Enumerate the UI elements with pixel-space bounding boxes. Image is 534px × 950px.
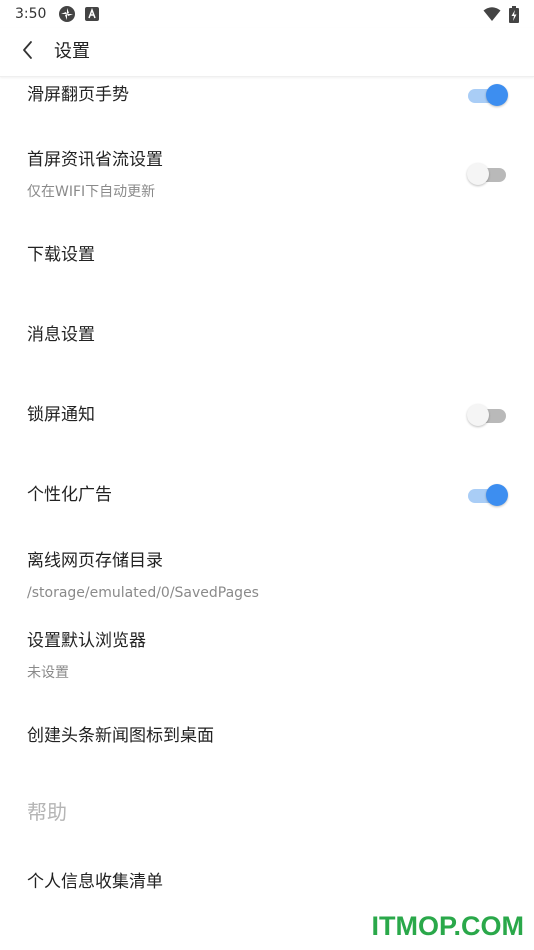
- setting-label: 个人信息收集清单: [27, 872, 163, 892]
- setting-label: 滑屏翻页手势: [27, 85, 129, 105]
- setting-label: 离线网页存储目录: [27, 551, 163, 571]
- setting-label: 创建头条新闻图标到桌面: [27, 726, 214, 746]
- setting-message[interactable]: 消息设置: [0, 306, 534, 366]
- setting-offline-storage[interactable]: 离线网页存储目录 /storage/emulated/0/SavedPages: [0, 542, 534, 612]
- setting-subtitle: /storage/emulated/0/SavedPages: [27, 585, 259, 601]
- page-title: 设置: [54, 41, 90, 62]
- section-header-help: 帮助: [27, 800, 67, 824]
- setting-lockscreen-notification[interactable]: 锁屏通知: [0, 386, 534, 446]
- swipe-gesture-toggle[interactable]: [467, 83, 509, 107]
- help-item-personal-info-list[interactable]: 个人信息收集清单: [0, 856, 534, 912]
- lockscreen-notification-toggle[interactable]: [467, 403, 509, 427]
- setting-subtitle: 仅在WIFI下自动更新: [27, 184, 156, 200]
- settings-notification-icon: [58, 5, 76, 23]
- toggle-thumb: [467, 163, 489, 185]
- toggle-thumb: [486, 484, 508, 506]
- setting-data-saving[interactable]: 首屏资讯省流设置 仅在WIFI下自动更新: [0, 140, 534, 210]
- a-notification-icon: [83, 5, 101, 23]
- watermark: ITMOP.COM: [371, 911, 524, 941]
- back-button[interactable]: [14, 38, 42, 66]
- status-bar: 3:50: [0, 0, 534, 28]
- status-time: 3:50: [15, 6, 47, 22]
- toggle-thumb: [486, 84, 508, 106]
- setting-label: 首屏资讯省流设置: [27, 150, 163, 170]
- toggle-thumb: [467, 404, 489, 426]
- wifi-icon: [483, 5, 501, 23]
- setting-personalized-ads[interactable]: 个性化广告: [0, 466, 534, 526]
- title-bar: 设置: [0, 28, 534, 77]
- setting-label: 个性化广告: [27, 485, 112, 505]
- setting-label: 锁屏通知: [27, 405, 95, 425]
- personalized-ads-toggle[interactable]: [467, 483, 509, 507]
- setting-label: 消息设置: [27, 325, 95, 345]
- setting-swipe-gesture[interactable]: 滑屏翻页手势: [0, 76, 534, 120]
- setting-label: 设置默认浏览器: [27, 631, 146, 651]
- chevron-left-icon: [21, 40, 35, 64]
- setting-create-shortcut[interactable]: 创建头条新闻图标到桌面: [0, 708, 534, 768]
- setting-download[interactable]: 下载设置: [0, 226, 534, 286]
- battery-charging-icon: [505, 5, 523, 23]
- setting-default-browser[interactable]: 设置默认浏览器 未设置: [0, 622, 534, 692]
- setting-label: 下载设置: [27, 245, 95, 265]
- setting-subtitle: 未设置: [27, 665, 69, 681]
- data-saving-toggle[interactable]: [467, 162, 509, 186]
